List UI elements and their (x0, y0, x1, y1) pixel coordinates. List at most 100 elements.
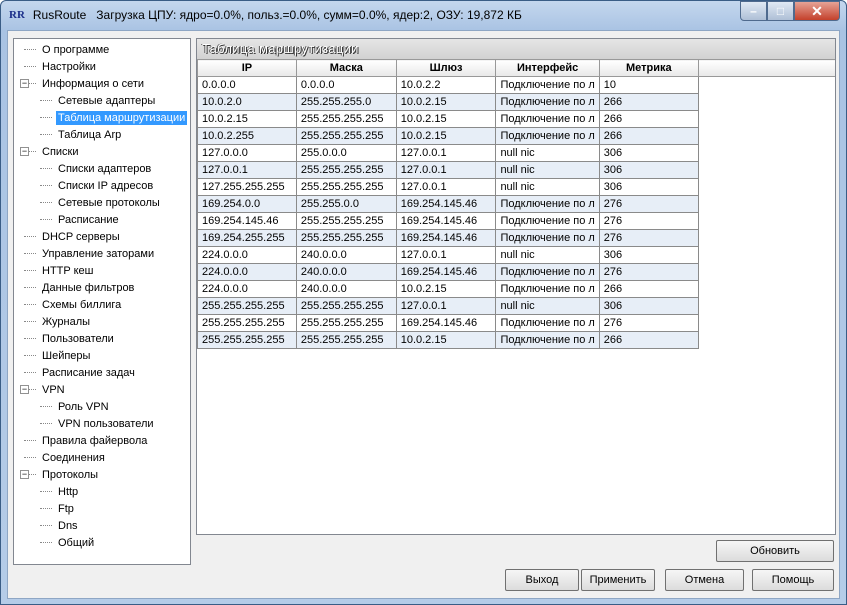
tree-item[interactable]: Сетевые адаптеры (14, 92, 190, 109)
table-cell: 127.0.0.1 (395, 297, 497, 315)
tree-item-label: Сетевые протоколы (58, 196, 160, 209)
tree-item[interactable]: − VPN (14, 381, 190, 398)
table-cell: 266 (598, 331, 699, 349)
table-cell: 255.255.255.255 (295, 110, 397, 128)
tree-item[interactable]: Списки IP адресов (14, 177, 190, 194)
tree-item[interactable]: Общий (14, 534, 190, 551)
table-row[interactable]: 10.0.2.255 255.255.255.255 10.0.2.15 Подклю… (197, 127, 836, 145)
table-row[interactable]: 255.255.255.255 255.255.255.255 127.0.0.1 n… (197, 297, 836, 315)
tree-item[interactable]: VPN пользователи (14, 415, 190, 432)
table-cell: 127.255.255.255 (197, 178, 297, 196)
tree-item-label: Dns (58, 519, 78, 532)
tree-item[interactable]: Расписание задач (14, 364, 190, 381)
minimize-button[interactable]: – (740, 1, 767, 21)
tree-item[interactable]: Схемы биллига (14, 296, 190, 313)
tree-connector (24, 440, 36, 441)
tree-connector (24, 236, 36, 237)
tree-item[interactable]: Ftp (14, 500, 190, 517)
table-row[interactable]: 224.0.0.0 240.0.0.0 10.0.2.15 Подключение п… (197, 280, 836, 298)
tree-item[interactable]: Пользователи (14, 330, 190, 347)
table-cell: 169.254.145.46 (395, 314, 497, 332)
tree-item[interactable]: Списки адаптеров (14, 160, 190, 177)
column-header[interactable]: IP (197, 59, 297, 77)
app-logo: RR (9, 9, 25, 21)
help-button[interactable]: Помощь (752, 569, 834, 591)
refresh-button[interactable]: Обновить (716, 540, 834, 562)
table-row[interactable]: 255.255.255.255 255.255.255.255 169.254.14… (197, 314, 836, 332)
table-cell: 127.0.0.1 (395, 144, 497, 162)
tree-item-label: Таблица Arp (58, 128, 122, 141)
collapse-icon[interactable]: − (20, 385, 29, 394)
close-button[interactable]: ✕ (794, 1, 840, 21)
tree-item[interactable]: Управление заторами (14, 245, 190, 262)
column-header[interactable]: Шлюз (395, 59, 497, 77)
table-row[interactable]: 10.0.2.15 255.255.255.255 10.0.2.15 Подключ… (197, 110, 836, 128)
table-cell: 169.254.0.0 (197, 195, 297, 213)
cancel-button[interactable]: Отмена (665, 569, 744, 591)
table-cell: 266 (598, 93, 699, 111)
tree-item[interactable]: DHCP серверы (14, 228, 190, 245)
table-row[interactable]: 169.254.145.46 255.255.255.255 169.254.145… (197, 212, 836, 230)
column-header[interactable]: Метрика (598, 59, 699, 77)
table-cell: 169.254.145.46 (395, 195, 497, 213)
maximize-button[interactable]: □ (767, 1, 794, 21)
tree-item[interactable]: Шейперы (14, 347, 190, 364)
table-cell: 10.0.2.15 (395, 110, 497, 128)
tree-connector (40, 525, 52, 526)
table-row[interactable]: 127.0.0.1 255.255.255.255 127.0.0.1 null ni… (197, 161, 836, 179)
table-row[interactable]: 255.255.255.255 255.255.255.255 10.0.2.15 П… (197, 331, 836, 349)
table-cell: 255.255.255.255 (295, 331, 397, 349)
table-row[interactable]: 224.0.0.0 240.0.0.0 127.0.0.1 null nic 306 (197, 246, 836, 264)
tree-item[interactable]: Данные фильтров (14, 279, 190, 296)
column-header[interactable]: Маска (295, 59, 397, 77)
tree-connector (24, 355, 36, 356)
table-cell: Подключение по л (495, 280, 600, 298)
tree-item[interactable]: Правила файервола (14, 432, 190, 449)
tree-item[interactable]: − Протоколы (14, 466, 190, 483)
tree-item[interactable]: Роль VPN (14, 398, 190, 415)
tree-item[interactable]: HTTP кеш (14, 262, 190, 279)
tree-item[interactable]: Настройки (14, 58, 190, 75)
navigation-tree[interactable]: О программе Настройки − Информация о сети Се… (13, 38, 191, 565)
collapse-icon[interactable]: − (20, 470, 29, 479)
tree-item[interactable]: Dns (14, 517, 190, 534)
tree-item[interactable]: − Информация о сети (14, 75, 190, 92)
table-cell: 224.0.0.0 (197, 263, 297, 281)
table-row[interactable]: 224.0.0.0 240.0.0.0 169.254.145.46 Подключе… (197, 263, 836, 281)
tree-item[interactable]: Таблица маршрутизации (14, 109, 190, 126)
table-row[interactable]: 127.0.0.0 255.0.0.0 127.0.0.1 null nic 306 (197, 144, 836, 162)
tree-item[interactable]: О программе (14, 41, 190, 58)
tree-connector (40, 542, 52, 543)
tree-item-label: Настройки (42, 60, 96, 73)
tree-connector (40, 219, 52, 220)
table-row[interactable]: 169.254.255.255 255.255.255.255 169.254.14… (197, 229, 836, 247)
title-bar: RR RusRoute Загрузка ЦПУ: ядро=0.0%, пол… (1, 1, 846, 29)
tree-item[interactable]: Журналы (14, 313, 190, 330)
tree-item[interactable]: Http (14, 483, 190, 500)
routing-table-panel: Таблица маршрутизации IP Маска Шлюз Интерфе… (196, 38, 836, 535)
table-row[interactable]: 169.254.0.0 255.255.0.0 169.254.145.46 Подк… (197, 195, 836, 213)
table-row[interactable]: 127.255.255.255 255.255.255.255 127.0.0.1 n… (197, 178, 836, 196)
tree-connector (40, 508, 52, 509)
column-header[interactable]: Интерфейс (495, 59, 600, 77)
collapse-icon[interactable]: − (20, 147, 29, 156)
tree-connector (24, 457, 36, 458)
tree-item[interactable]: Сетевые протоколы (14, 194, 190, 211)
table-cell: 255.255.255.255 (197, 331, 297, 349)
exit-button[interactable]: Выход (505, 569, 579, 591)
table-cell: 255.255.255.255 (197, 297, 297, 315)
tree-item-label: Таблица маршрутизации (56, 110, 188, 125)
table-row[interactable]: 0.0.0.0 0.0.0.0 10.0.2.2 Подключение по л 10 (197, 76, 836, 94)
apply-button[interactable]: Применить (581, 569, 655, 591)
table-cell: 169.254.145.46 (395, 212, 497, 230)
table-cell: 10 (598, 76, 699, 94)
tree-connector (24, 338, 36, 339)
tree-item[interactable]: Расписание (14, 211, 190, 228)
table-cell: 306 (598, 297, 699, 315)
tree-item[interactable]: − Списки (14, 143, 190, 160)
table-row[interactable]: 10.0.2.0 255.255.255.0 10.0.2.15 Подключени… (197, 93, 836, 111)
tree-item[interactable]: Таблица Arp (14, 126, 190, 143)
table-cell: 266 (598, 127, 699, 145)
collapse-icon[interactable]: − (20, 79, 29, 88)
tree-item[interactable]: Соединения (14, 449, 190, 466)
